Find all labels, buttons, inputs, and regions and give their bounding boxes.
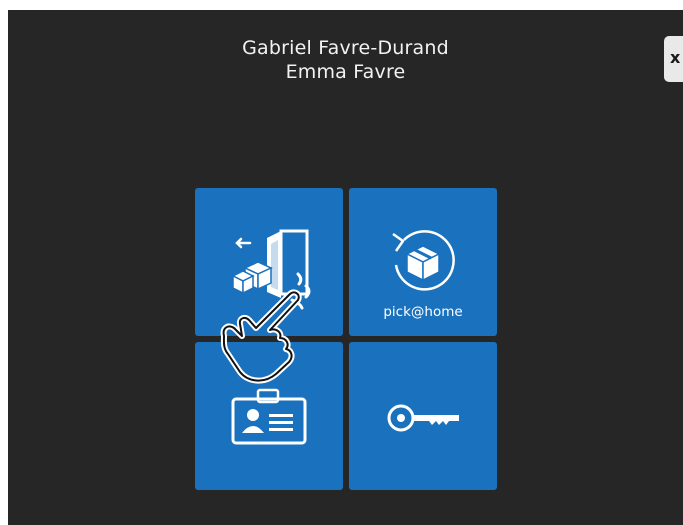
recipient-names: Gabriel Favre-Durand Emma Favre (8, 36, 683, 84)
deposit-parcel-tile[interactable] (195, 188, 343, 336)
key-tile[interactable] (349, 342, 497, 490)
parcel-door-icon (231, 229, 309, 298)
recipient-name-1: Gabriel Favre-Durand (242, 37, 449, 59)
id-badge-tile[interactable] (195, 342, 343, 490)
recipient-name-2: Emma Favre (285, 61, 406, 83)
pickathome-tile[interactable]: pick@home (349, 188, 497, 336)
id-badge-icon (231, 388, 307, 445)
pickathome-label: pick@home (383, 304, 463, 320)
close-button[interactable]: x (664, 36, 683, 82)
close-icon: x (670, 48, 681, 67)
key-icon (387, 404, 459, 432)
kiosk-screen: Gabriel Favre-Durand Emma Favre x pick@h… (8, 10, 683, 525)
